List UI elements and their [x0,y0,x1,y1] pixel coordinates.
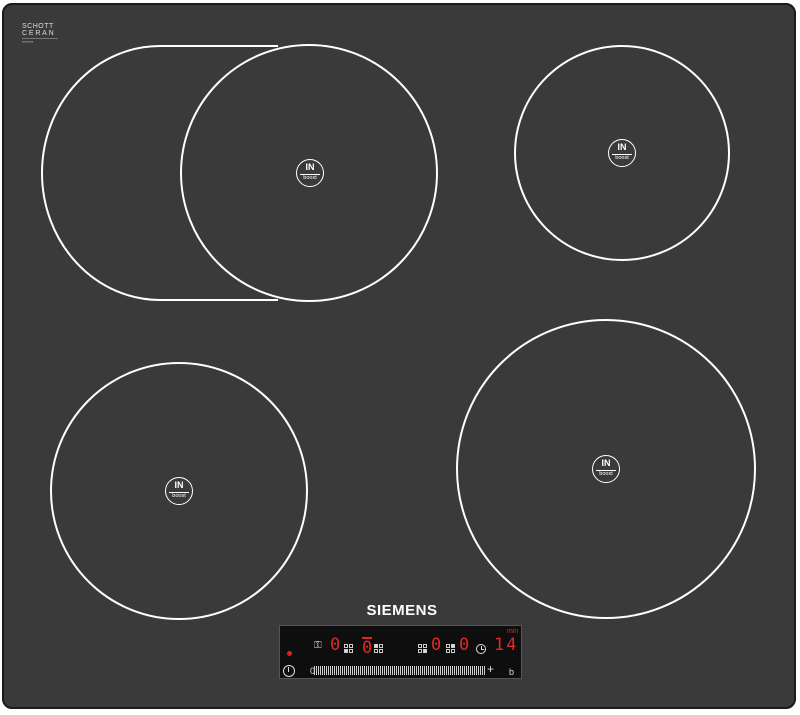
zone-display-3: 0 [431,635,442,655]
inboost-icon: IN boost [296,159,324,187]
flex-zone-extension-outline [41,45,278,301]
zone-selector-icon[interactable] [344,644,353,653]
inboost-icon: IN boost [592,455,620,483]
zone-display-1: 0 [330,635,341,655]
brand-name: SIEMENS [366,602,438,619]
touch-control-panel: ⚿ 0 0 0 0 min 14 0 + b [279,625,522,679]
power-button-icon[interactable] [283,665,295,677]
timer-clock-icon[interactable] [476,644,486,654]
timer-display: 14 [494,635,519,655]
timer-unit-label: min [507,628,519,635]
zone-selector-icon[interactable] [374,644,383,653]
zone-display-2: 0 [362,637,373,658]
inboost-icon: IN boost [608,139,636,167]
schott-ceran-logo: SCHOTT CERAN ▪▪▪▪▪▪▪▪ [22,23,58,45]
power-level-slider[interactable] [314,666,486,675]
plus-button[interactable]: + [487,663,494,675]
boost-button[interactable]: b [509,667,514,677]
wipe-protection-icon[interactable]: ⚿ [314,640,326,652]
zone-display-4: 0 [459,635,470,655]
zone-selector-icon[interactable] [418,644,427,653]
power-indicator-led [287,651,292,656]
zone-selector-icon[interactable] [446,644,455,653]
inboost-icon: IN boost [165,477,193,505]
